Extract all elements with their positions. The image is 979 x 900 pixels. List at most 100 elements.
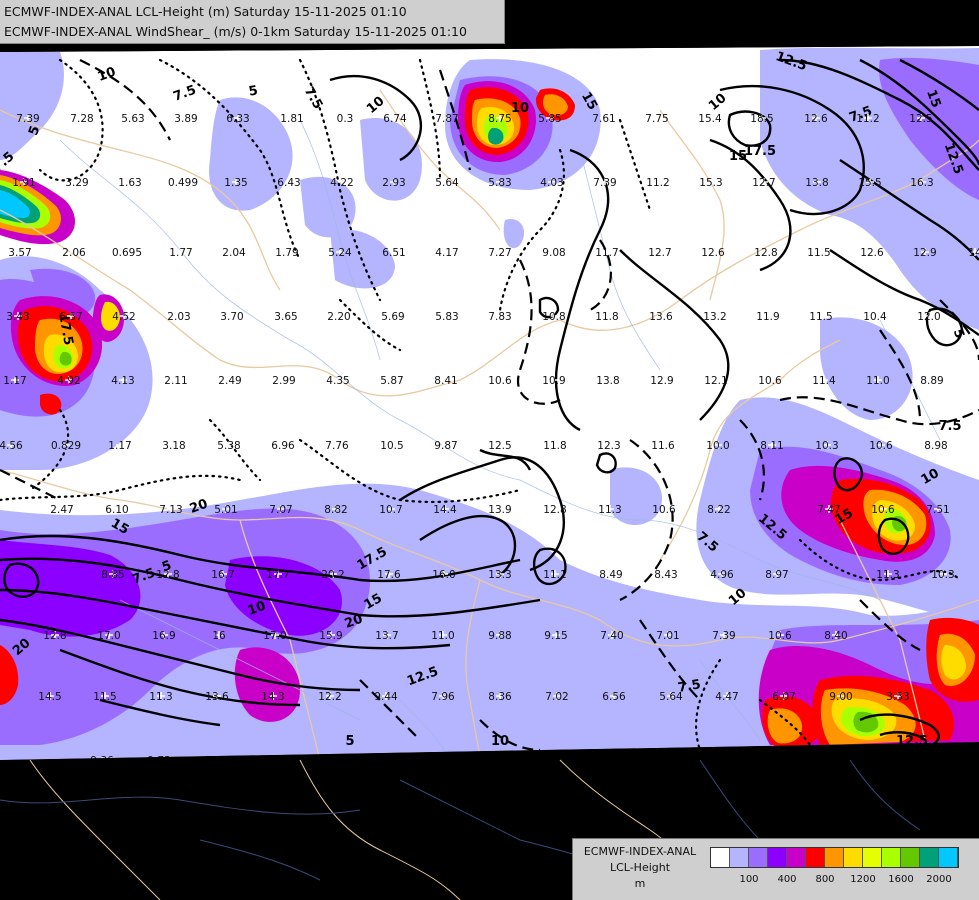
station-value: 13.9 [488, 504, 511, 516]
station-value: 5.83 [488, 177, 511, 189]
station-marker: 6.96 [271, 440, 295, 452]
station-marker: 3.53 [886, 691, 909, 703]
station-marker: 17.7 [266, 569, 289, 581]
station-value: 3.43 [6, 311, 29, 323]
station-value: 12.8 [543, 504, 566, 516]
station-value: 12.6 [860, 247, 884, 259]
station-value: 12.5 [909, 113, 932, 125]
station-marker: 7.39 [16, 113, 39, 125]
station-marker: 17.0 [97, 630, 120, 642]
station-value: 11.3 [876, 569, 899, 581]
station-value: 12.9 [650, 375, 673, 387]
station-marker: 4.92 [57, 375, 80, 387]
station-marker: 10.6 [869, 440, 893, 452]
station-value: 3.65 [274, 311, 297, 323]
station-marker: 15.3 [699, 177, 722, 189]
station-value: 16 [212, 630, 226, 642]
station-value: 12.6 [701, 247, 725, 259]
station-marker: 12.9 [650, 375, 673, 387]
station-value: 2.04 [222, 247, 246, 259]
station-marker: 5.83 [488, 177, 511, 189]
station-value: 7.01 [656, 630, 679, 642]
station-marker: 11.5 [807, 247, 830, 259]
station-marker: 1.17 [3, 375, 26, 387]
contour-label: 17.5 [744, 144, 776, 159]
station-marker: 7.76 [325, 440, 349, 452]
station-value: 7.28 [70, 113, 93, 125]
station-value: 11.3 [149, 691, 172, 703]
station-marker: 6.74 [383, 113, 407, 125]
station-value: 4.92 [57, 375, 80, 387]
legend-variable: LCL-Height [609, 861, 671, 874]
station-marker: 12.5 [909, 113, 932, 125]
station-value: 9.00 [829, 691, 852, 703]
station-value: 7.39 [593, 177, 616, 189]
station-marker: 12.8 [543, 504, 566, 516]
title-line-windshear: ECMWF-INDEX-ANAL WindShear_ (m/s) 0-1km … [4, 24, 467, 39]
station-value: 11.2 [856, 113, 879, 125]
station-marker: 7.39 [593, 177, 616, 189]
station-marker: 8.41 [434, 375, 457, 387]
station-value: 16.7 [211, 569, 234, 581]
station-value: 7.07 [269, 504, 292, 516]
station-value: 15.9 [319, 630, 342, 642]
station-marker: 5.38 [217, 440, 240, 452]
station-value: 2.06 [62, 247, 86, 259]
station-marker: 15.5 [858, 177, 881, 189]
station-value: 6.51 [382, 247, 405, 259]
station-value: 12.8 [43, 630, 66, 642]
station-value: 15.4 [698, 113, 722, 125]
station-marker: 16.7 [211, 569, 234, 581]
station-value: 10.5 [380, 440, 403, 452]
station-value: 8.11 [760, 440, 783, 452]
station-value: 16.0 [432, 569, 455, 581]
station-marker: 15.9 [319, 630, 342, 642]
station-marker: 5.24 [328, 247, 352, 259]
station-marker: 1.77 [169, 247, 192, 259]
station-value: 17.0 [263, 630, 286, 642]
station-marker: 3.89 [174, 113, 197, 125]
station-value: 12.7 [648, 247, 671, 259]
station-marker: 15.4 [698, 113, 722, 125]
station-value: 1.79 [275, 247, 298, 259]
legend-swatch [901, 848, 920, 867]
station-value: 17.6 [377, 569, 401, 581]
station-value: 8.97 [765, 569, 788, 581]
station-value: 6.33 [226, 113, 249, 125]
contour-label: 7.5 [938, 419, 961, 434]
station-marker: 1.63 [118, 177, 141, 189]
station-value: 11.4 [812, 375, 836, 387]
station-marker: 11.8 [595, 311, 618, 323]
station-marker: 14 [968, 247, 979, 259]
station-marker: 9.08 [542, 247, 565, 259]
legend-swatch [882, 848, 901, 867]
station-marker: 7.61 [592, 113, 615, 125]
station-value: 7.83 [488, 311, 511, 323]
station-value: 10.3 [931, 569, 954, 581]
station-marker: 12.1 [704, 375, 727, 387]
station-value: 7.39 [712, 630, 735, 642]
station-value: 9.08 [542, 247, 565, 259]
station-marker: 13.6 [205, 691, 229, 703]
station-marker: 7.28 [70, 113, 93, 125]
station-value: 11.5 [809, 311, 832, 323]
station-value: 11.5 [93, 691, 116, 703]
station-value: 1.17 [3, 375, 26, 387]
station-value: 5.64 [435, 177, 459, 189]
station-marker: 14.4 [433, 504, 457, 516]
station-value: 20.2 [321, 569, 344, 581]
station-marker: 7.13 [159, 504, 182, 516]
station-value: 8.41 [434, 375, 457, 387]
station-marker: 6.43 [277, 177, 300, 189]
station-value: 6.96 [271, 440, 295, 452]
legend-swatch [768, 848, 787, 867]
station-marker: 16.0 [432, 569, 455, 581]
station-marker: 12.8 [43, 630, 66, 642]
station-marker: 8.98 [924, 440, 947, 452]
station-marker: 4.56 [0, 440, 23, 452]
legend-tick-label: 1200 [850, 874, 876, 885]
station-value: 13.8 [805, 177, 828, 189]
station-marker: 2.06 [62, 247, 86, 259]
station-marker: 9.00 [829, 691, 852, 703]
station-marker: 9.87 [434, 440, 457, 452]
